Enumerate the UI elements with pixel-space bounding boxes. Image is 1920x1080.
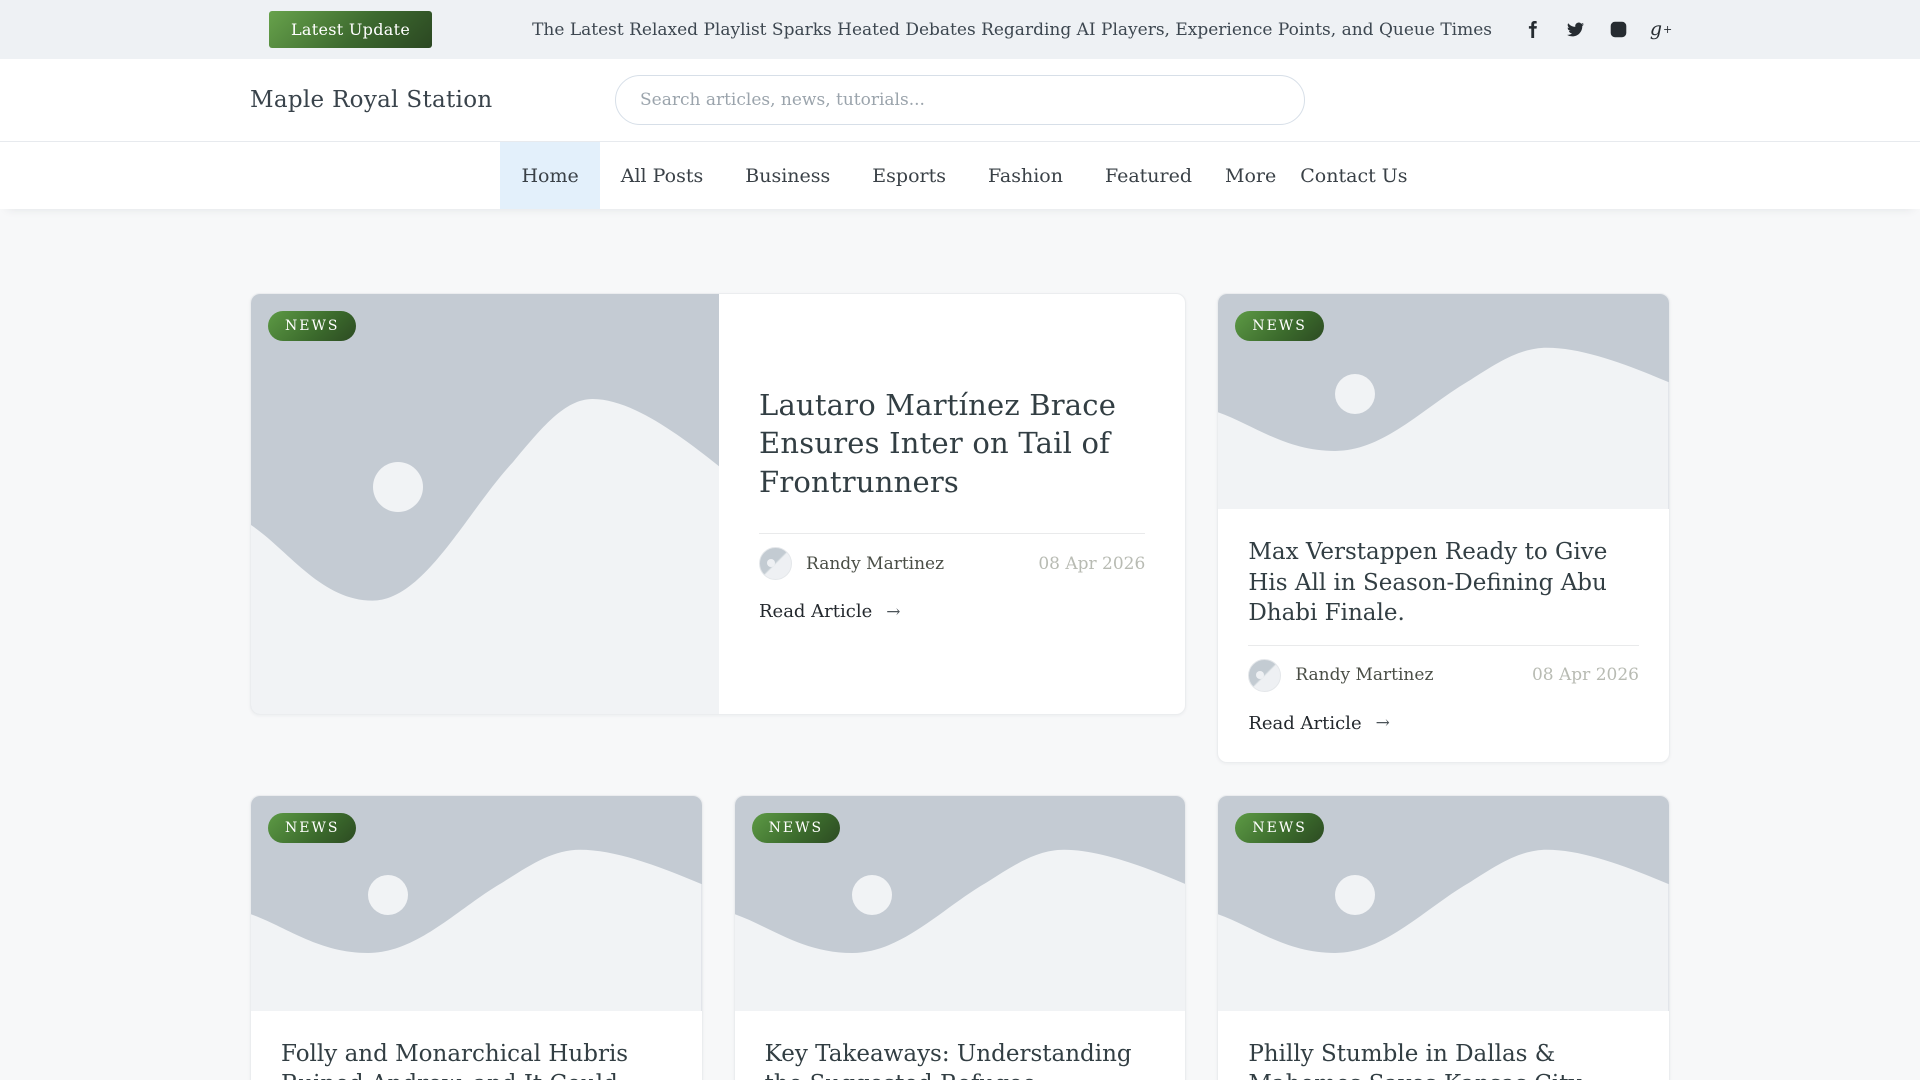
latest-update-button[interactable]: Latest Update [269,11,433,48]
author-name[interactable]: Randy Martinez [1295,665,1433,685]
article-thumbnail[interactable]: NEWS [1218,795,1669,1011]
placeholder-sun-icon [372,462,423,512]
article-title[interactable]: Folly and Monarchical Hubris Ruined Andr… [281,1039,672,1080]
author-avatar [759,547,792,581]
main-content: NEWS Lautaro Martínez Brace Ensures Inte… [250,209,1670,1080]
facebook-icon[interactable] [1523,21,1541,39]
publish-date: 08 Apr 2026 [1038,553,1146,574]
category-badge: NEWS [751,812,841,843]
article-thumbnail[interactable]: NEWS [734,795,1186,1011]
nav-item-all-posts[interactable]: All Posts [600,142,725,209]
nav-item-featured[interactable]: Featured [1084,142,1213,209]
author-avatar [1248,658,1282,692]
author-name[interactable]: Randy Martinez [806,554,944,574]
category-badge: NEWS [1235,311,1324,341]
top-bar: Latest Update The Latest Relaxed Playlis… [0,0,1920,59]
article-thumbnail[interactable]: NEWS [251,795,702,1011]
twitter-icon[interactable] [1566,21,1584,39]
search-input[interactable] [615,75,1305,125]
publish-date: 08 Apr 2026 [1531,665,1639,686]
category-badge: NEWS [268,311,357,341]
category-badge: NEWS [1235,812,1324,843]
article-title[interactable]: Lautaro Martínez Brace Ensures Inter on … [759,386,1145,502]
article-thumbnail[interactable]: NEWS [251,294,719,714]
article-card: NEWS Max Verstappen Ready to Give His Al… [1217,293,1670,763]
nav-item-home[interactable]: Home [500,142,600,209]
article-title[interactable]: Key Takeaways: Understanding the Suggest… [765,1039,1156,1080]
article-title[interactable]: Philly Stumble in Dallas & Mahomes Saves… [1248,1039,1639,1080]
site-header: Maple Royal Station [0,59,1920,141]
instagram-icon[interactable] [1609,21,1627,39]
placeholder-sun-icon [1335,373,1376,414]
google-plus-icon[interactable]: g + [1650,20,1672,39]
placeholder-image-icon [251,399,719,714]
category-badge: NEWS [268,812,357,843]
article-card: NEWS Philly Stumble in Dallas & Mahomes … [1217,794,1670,1080]
nav-item-fashion[interactable]: Fashion [967,142,1084,209]
nav-item-more[interactable]: More [1213,142,1288,209]
nav-item-business[interactable]: Business [724,142,851,209]
article-thumbnail[interactable]: NEWS [1218,294,1669,509]
arrow-right-icon: → [1375,713,1390,734]
news-ticker: The Latest Relaxed Playlist Sparks Heate… [532,19,1492,40]
read-article-link[interactable]: Read Article → [1248,713,1390,734]
social-links: g + [1523,20,1672,39]
featured-article-card: NEWS Lautaro Martínez Brace Ensures Inte… [250,293,1187,715]
article-card: NEWS Folly and Monarchical Hubris Ruined… [250,794,703,1080]
placeholder-sun-icon [851,875,892,916]
site-title[interactable]: Maple Royal Station [250,87,492,113]
article-title[interactable]: Max Verstappen Ready to Give His All in … [1248,537,1639,629]
arrow-right-icon: → [886,601,901,622]
main-nav: Home All Posts Business Esports Fashion … [0,141,1920,209]
article-card: NEWS Key Takeaways: Understanding the Su… [733,794,1187,1080]
nav-item-contact-us[interactable]: Contact Us [1288,142,1419,209]
nav-item-esports[interactable]: Esports [851,142,967,209]
read-article-link[interactable]: Read Article → [759,601,1145,622]
